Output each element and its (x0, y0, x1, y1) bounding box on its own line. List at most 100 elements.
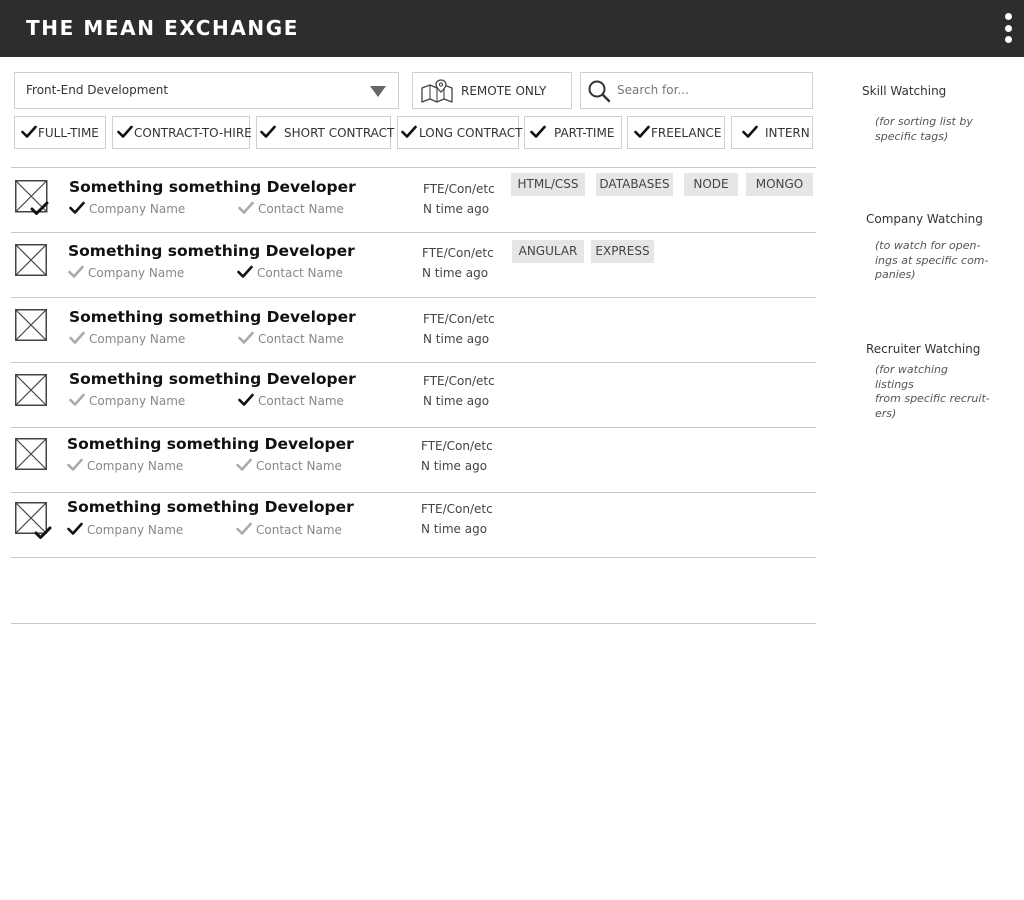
job-title[interactable]: Something something Developer (68, 242, 355, 260)
checkmark-icon (69, 331, 85, 344)
job-type-short-contract[interactable]: SHORT CONTRACT (256, 116, 395, 149)
category-value: Front-End Development (26, 83, 169, 97)
checkmark-icon (238, 201, 254, 214)
divider (11, 232, 816, 233)
checkmark-icon (742, 125, 758, 138)
company-watching-heading[interactable]: Company Watching (866, 212, 983, 226)
job-type: FTE/Con/etc (423, 374, 495, 388)
job-type-label: FREELANCE (651, 126, 722, 140)
search-input[interactable] (617, 79, 802, 101)
skill-watching-description: (for sorting list by specific tags) (875, 115, 990, 144)
job-type-label: CONTRACT-TO-HIRE (134, 126, 252, 140)
skill-tag[interactable]: NODE (684, 173, 738, 196)
divider (11, 297, 816, 298)
contact-name: Contact Name (256, 523, 342, 537)
job-type-contract-to-hire[interactable]: CONTRACT-TO-HIRE (112, 116, 252, 149)
recruiter-watching-description: (for watching listings from specific rec… (875, 363, 990, 421)
description-line: (for sorting list by (875, 115, 973, 128)
image-placeholder-icon (15, 502, 52, 539)
job-title[interactable]: Something something Developer (69, 370, 356, 388)
checkmark-icon (634, 125, 650, 138)
checkmark-icon (68, 265, 84, 278)
company-watching-description: (to watch for open- ings at specific com… (875, 239, 990, 283)
checkmark-icon (117, 125, 133, 138)
checkmark-icon (260, 125, 276, 138)
image-placeholder-icon (15, 438, 47, 470)
image-placeholder-icon (15, 180, 49, 215)
checkmark-icon (238, 331, 254, 344)
contact-name: Contact Name (258, 332, 344, 346)
skill-tag[interactable]: DATABASES (596, 173, 673, 196)
job-type-label: INTERN (765, 126, 810, 140)
checkmark-icon (21, 125, 37, 138)
chevron-down-icon (370, 86, 386, 97)
checkmark-icon (401, 125, 417, 138)
app-title: THE MEAN EXCHANGE (26, 16, 300, 40)
remote-only-label: REMOTE ONLY (461, 84, 547, 98)
checkmark-icon (236, 522, 252, 535)
job-type-label: SHORT CONTRACT (284, 126, 395, 140)
company-name: Company Name (87, 523, 184, 537)
posted-time: N time ago (423, 332, 490, 346)
description-line: ings at specific com- (875, 253, 989, 267)
job-type-label: PART-TIME (554, 126, 615, 140)
skill-tag[interactable]: MONGO (746, 173, 813, 196)
job-type-label: LONG CONTRACT (419, 126, 523, 140)
job-type: FTE/Con/etc (421, 439, 493, 453)
contact-name: Contact Name (257, 266, 343, 280)
divider (11, 427, 816, 428)
category-dropdown[interactable]: Front-End Development (14, 72, 399, 109)
description-line: (to watch for open- (875, 239, 981, 252)
job-type-label: FULL-TIME (38, 126, 99, 140)
image-placeholder-icon (15, 244, 47, 276)
contact-name: Contact Name (256, 459, 342, 473)
company-name: Company Name (89, 332, 186, 346)
company-name: Company Name (88, 266, 185, 280)
job-title[interactable]: Something something Developer (69, 308, 356, 326)
job-title[interactable]: Something something Developer (67, 498, 354, 516)
job-type-part-time[interactable]: PART-TIME (524, 116, 622, 149)
description-line: ers) (875, 406, 897, 420)
job-type: FTE/Con/etc (423, 182, 495, 196)
job-title[interactable]: Something something Developer (69, 178, 356, 196)
description-line: panies) (875, 268, 916, 281)
checkmark-icon (238, 393, 254, 406)
divider (11, 557, 816, 558)
skill-tag[interactable]: ANGULAR (512, 240, 584, 263)
checkmark-icon (237, 265, 253, 278)
posted-time: N time ago (421, 459, 488, 473)
checkmark-icon (67, 458, 83, 471)
checkmark-icon (69, 393, 85, 406)
remote-only-toggle[interactable]: REMOTE ONLY (412, 72, 572, 109)
skill-watching-heading[interactable]: Skill Watching (862, 84, 946, 98)
checkmark-icon (236, 458, 252, 471)
description-line: (for watching listings (875, 363, 948, 391)
description-line: specific tags) (875, 129, 949, 143)
recruiter-watching-heading[interactable]: Recruiter Watching (866, 342, 980, 356)
job-type-intern[interactable]: INTERN (731, 116, 813, 149)
skill-tag[interactable]: EXPRESS (591, 240, 654, 263)
contact-name: Contact Name (258, 202, 344, 216)
skill-tag[interactable]: HTML/CSS (511, 173, 585, 196)
checkmark-icon (67, 522, 83, 535)
job-type-freelance[interactable]: FREELANCE (627, 116, 725, 149)
divider (11, 167, 816, 168)
divider (11, 623, 816, 624)
divider (11, 362, 816, 363)
map-pin-icon (421, 79, 453, 103)
company-name: Company Name (89, 394, 186, 408)
job-type-long-contract[interactable]: LONG CONTRACT (397, 116, 523, 149)
image-placeholder-icon (15, 374, 47, 406)
posted-time: N time ago (422, 266, 489, 280)
contact-name: Contact Name (258, 394, 344, 408)
company-name: Company Name (89, 202, 186, 216)
search-box (580, 72, 813, 109)
posted-time: N time ago (421, 522, 488, 536)
checkmark-icon (530, 125, 546, 138)
job-title[interactable]: Something something Developer (67, 435, 354, 453)
posted-time: N time ago (423, 202, 490, 216)
job-type-full-time[interactable]: FULL-TIME (14, 116, 106, 149)
app-header: THE MEAN EXCHANGE (0, 0, 1024, 57)
posted-time: N time ago (423, 394, 490, 408)
more-menu-icon[interactable] (1000, 13, 1016, 43)
